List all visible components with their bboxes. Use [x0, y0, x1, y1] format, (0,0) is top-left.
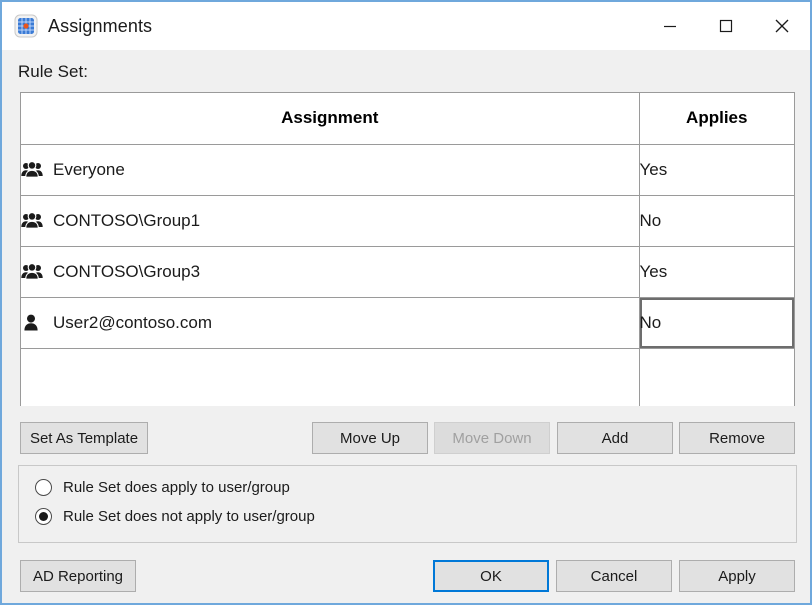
maximize-button[interactable]	[698, 2, 754, 50]
cell-applies[interactable]: No	[639, 297, 794, 348]
remove-button[interactable]: Remove	[679, 422, 795, 454]
cell-assignment[interactable]: CONTOSO\Group3	[21, 246, 639, 297]
radio-option-does-not-apply[interactable]: Rule Set does not apply to user/group	[35, 508, 315, 525]
column-header-assignment[interactable]: Assignment	[21, 93, 639, 144]
empty-cell-applies	[639, 348, 794, 406]
empty-cell-assignment	[21, 348, 639, 406]
cell-assignment[interactable]: CONTOSO\Group1	[21, 195, 639, 246]
cancel-button[interactable]: Cancel	[556, 560, 672, 592]
move-up-button[interactable]: Move Up	[312, 422, 428, 454]
table-row[interactable]: Everyone Yes	[21, 144, 794, 195]
table-empty-area	[21, 348, 794, 406]
table-row[interactable]: User2@contoso.com No	[21, 297, 794, 348]
set-as-template-button[interactable]: Set As Template	[20, 422, 148, 454]
ad-reporting-button[interactable]: AD Reporting	[20, 560, 136, 592]
group-icon	[21, 160, 43, 180]
apply-button[interactable]: Apply	[679, 560, 795, 592]
assignment-name: CONTOSO\Group3	[53, 262, 200, 282]
apply-mode-panel: Rule Set does apply to user/group Rule S…	[18, 465, 797, 543]
column-header-applies[interactable]: Applies	[639, 93, 794, 144]
cell-assignment[interactable]: Everyone	[21, 144, 639, 195]
ruleset-label: Rule Set:	[18, 62, 88, 82]
group-icon	[21, 211, 43, 231]
assignment-name: User2@contoso.com	[53, 313, 212, 333]
assignment-name: CONTOSO\Group1	[53, 211, 200, 231]
cell-assignment[interactable]: User2@contoso.com	[21, 297, 639, 348]
user-icon	[21, 313, 43, 333]
ok-button[interactable]: OK	[433, 560, 549, 592]
group-icon	[21, 262, 43, 282]
grid-app-icon	[14, 14, 38, 38]
radio-option-does-apply[interactable]: Rule Set does apply to user/group	[35, 479, 290, 496]
move-down-button: Move Down	[434, 422, 550, 454]
cell-applies[interactable]: No	[639, 195, 794, 246]
radio-label: Rule Set does not apply to user/group	[63, 508, 315, 525]
assignments-table: Assignment Applies	[21, 93, 794, 406]
minimize-button[interactable]	[642, 2, 698, 50]
cell-applies[interactable]: Yes	[639, 246, 794, 297]
add-button[interactable]: Add	[557, 422, 673, 454]
radio-label: Rule Set does apply to user/group	[63, 479, 290, 496]
cell-applies[interactable]: Yes	[639, 144, 794, 195]
maximize-icon	[718, 18, 734, 34]
close-button[interactable]	[754, 2, 810, 50]
assignments-grid[interactable]: Assignment Applies	[20, 92, 795, 406]
radio-icon-selected	[35, 508, 52, 525]
window-title: Assignments	[48, 16, 152, 37]
minimize-icon	[662, 18, 678, 34]
assignments-window: Assignments Rule Set:	[0, 0, 812, 605]
close-icon	[773, 17, 791, 35]
table-row[interactable]: CONTOSO\Group3 Yes	[21, 246, 794, 297]
table-row[interactable]: CONTOSO\Group1 No	[21, 195, 794, 246]
title-bar: Assignments	[2, 0, 810, 50]
table-header-row: Assignment Applies	[21, 93, 794, 144]
client-area: Rule Set: Assignment Applies	[2, 50, 810, 603]
radio-icon	[35, 479, 52, 496]
assignment-name: Everyone	[53, 160, 125, 180]
